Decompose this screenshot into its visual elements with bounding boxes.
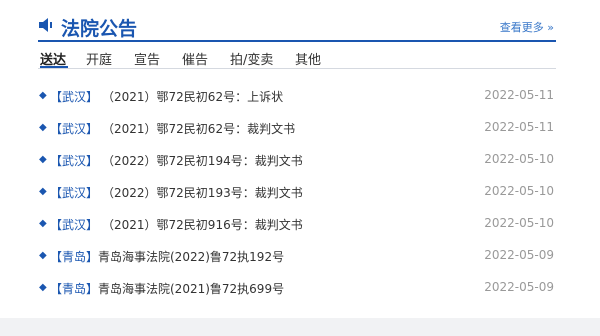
panel-header: 法院公告 查看更多 » (38, 10, 556, 42)
item-region: 【武汉】 (50, 122, 99, 136)
item-title-link[interactable]: （2021）鄂72民初62号：上诉状 (102, 88, 283, 105)
list-item[interactable]: ◆ 【青岛】 青岛海事法院(2022)鲁72执192号 2022-05-09 (38, 247, 556, 267)
list-item[interactable]: ◆ 【武汉】 （2022）鄂72民初194号：裁判文书 2022-05-10 (38, 151, 556, 171)
tab-cuigao[interactable]: 催告 (182, 49, 208, 68)
diamond-bullet-icon: ◆ (39, 218, 47, 229)
list-item[interactable]: ◆ 【武汉】 （2022）鄂72民初193号：裁判文书 2022-05-10 (38, 183, 556, 203)
item-date: 2022-05-11 (484, 88, 554, 102)
tab-bar: 送达 开庭 宣告 催告 拍/变卖 其他 (38, 42, 556, 69)
tab-other[interactable]: 其他 (295, 49, 321, 68)
item-date: 2022-05-09 (484, 280, 554, 294)
diamond-bullet-icon: ◆ (39, 154, 47, 165)
diamond-bullet-icon: ◆ (39, 122, 47, 133)
diamond-bullet-icon: ◆ (39, 250, 47, 261)
item-date: 2022-05-10 (484, 184, 554, 198)
speaker-icon (39, 18, 52, 32)
diamond-bullet-icon: ◆ (39, 282, 47, 293)
list-item[interactable]: ◆ 【武汉】 （2021）鄂72民初62号：裁判文书 2022-05-11 (38, 119, 556, 139)
tab-xuangao[interactable]: 宣告 (134, 49, 160, 68)
view-more-link[interactable]: 查看更多 » (500, 19, 554, 35)
item-title-link[interactable]: （2021）鄂72民初62号：裁判文书 (102, 120, 295, 137)
item-title-link[interactable]: （2022）鄂72民初194号：裁判文书 (102, 152, 303, 169)
item-region: 【武汉】 (50, 218, 99, 232)
item-region: 【青岛】 (50, 250, 99, 264)
item-region: 【青岛】 (50, 282, 99, 296)
footer-band (0, 318, 600, 336)
diamond-bullet-icon: ◆ (39, 90, 47, 101)
list-item[interactable]: ◆ 【青岛】 青岛海事法院(2021)鲁72执699号 2022-05-09 (38, 279, 556, 299)
list-item[interactable]: ◆ 【武汉】 （2021）鄂72民初62号：上诉状 2022-05-11 (38, 87, 556, 107)
item-date: 2022-05-10 (484, 152, 554, 166)
panel-title: 法院公告 (61, 18, 138, 40)
active-tab-indicator (40, 66, 68, 68)
item-date: 2022-05-10 (484, 216, 554, 230)
item-region: 【武汉】 (50, 186, 99, 200)
item-date: 2022-05-11 (484, 120, 554, 134)
diamond-bullet-icon: ◆ (39, 186, 47, 197)
tab-auction[interactable]: 拍/变卖 (230, 49, 273, 68)
item-region: 【武汉】 (50, 90, 99, 104)
item-region: 【武汉】 (50, 154, 99, 168)
item-title-link[interactable]: 青岛海事法院(2021)鲁72执699号 (98, 280, 284, 297)
court-announcements-panel: 法院公告 查看更多 » 送达 开庭 宣告 催告 拍/变卖 其他 ◆ 【武汉】 （… (38, 10, 556, 296)
item-date: 2022-05-09 (484, 248, 554, 262)
item-title-link[interactable]: （2021）鄂72民初916号：裁判文书 (102, 216, 303, 233)
item-title-link[interactable]: （2022）鄂72民初193号：裁判文书 (102, 184, 303, 201)
tab-kaiting[interactable]: 开庭 (86, 49, 112, 68)
list-item[interactable]: ◆ 【武汉】 （2021）鄂72民初916号：裁判文书 2022-05-10 (38, 215, 556, 235)
item-title-link[interactable]: 青岛海事法院(2022)鲁72执192号 (98, 248, 284, 265)
